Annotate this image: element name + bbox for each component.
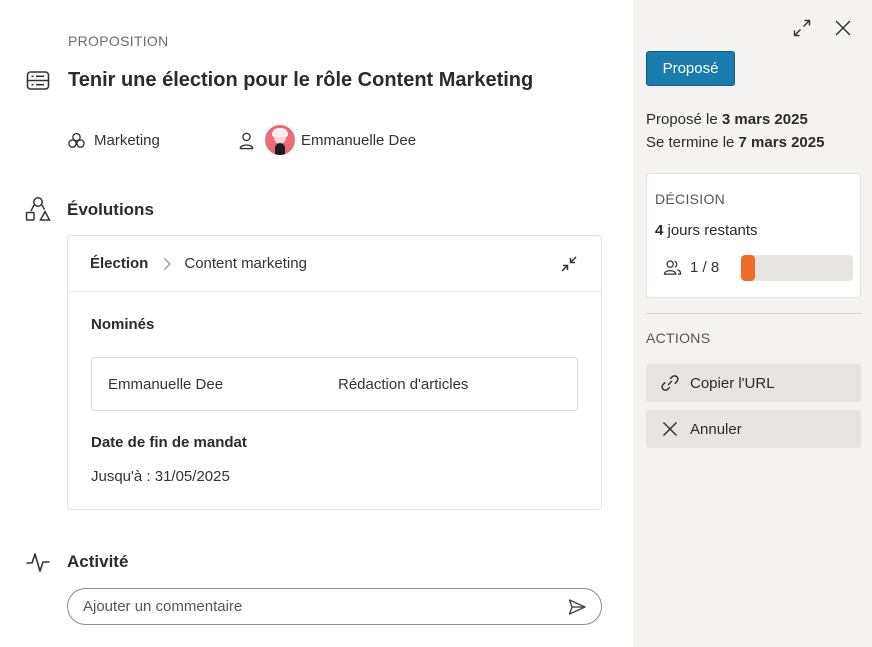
days-suffix: jours restants [663,222,758,239]
nominee-name: Emmanuelle Dee [108,375,224,393]
decision-card: DÉCISION 4 jours restants 1 / 8 [646,173,861,298]
link-icon [661,375,679,391]
ends-prefix: Se termine le [646,134,739,151]
pulse-icon [26,553,50,572]
team-name: Marketing [94,131,160,149]
evolutions-title: Évolutions [67,200,154,219]
proposal-sidebar: Proposé Proposé le 3 mars 2025 Se termin… [633,0,872,647]
close-icon[interactable] [833,18,853,38]
circles-group-icon [68,132,85,148]
collapse-icon[interactable] [559,254,579,274]
proposal-eyebrow: PROPOSITION [68,33,169,49]
close-icon [662,421,678,437]
users-icon [663,260,682,275]
user-icon [239,132,254,149]
send-icon[interactable] [567,597,587,617]
evolution-card: Élection Content marketing Nominés Emman… [67,235,602,510]
end-date-label: Date de fin de mandat [91,434,247,451]
chevron-right-icon [164,257,172,270]
nominee-row: Emmanuelle Dee Rédaction d'articles [91,357,578,411]
breadcrumb-role: Content marketing [184,255,307,272]
comment-box [67,588,602,625]
breadcrumb-election[interactable]: Élection [90,255,148,272]
owner-name: Emmanuelle Dee [301,131,417,149]
status-badge[interactable]: Proposé [646,51,735,86]
sidebar-divider [646,313,861,314]
cancel-label: Annuler [690,420,742,438]
vote-progress-fill [741,255,755,281]
comment-input[interactable] [83,598,543,615]
proposal-title: Tenir une élection pour le rôle Content … [68,69,534,91]
proposed-date: 3 mars 2025 [721,111,808,128]
nominees-label: Nominés [91,316,155,333]
copy-url-label: Copier l'URL [690,374,775,392]
expand-icon[interactable] [792,18,812,38]
proposal-main-panel: PROPOSITION Tenir une élection pour le r… [0,0,633,647]
proposed-prefix: Proposé le [646,111,722,128]
votes-value: 1 / 8 [690,259,720,276]
end-date-value: Jusqu'à : 31/05/2025 [91,468,230,485]
owner-tag[interactable]: Emmanuelle Dee [237,125,417,155]
activity-title: Activité [67,552,129,571]
decision-label: DÉCISION [655,191,726,207]
shapes-icon [25,197,51,221]
nominee-role: Rédaction d'articles [338,375,469,393]
vote-count: 1 / 8 [663,258,719,277]
actions-label: ACTIONS [646,330,711,346]
vote-progress-bar [741,255,853,281]
cancel-button[interactable]: Annuler [646,410,861,448]
team-tag[interactable]: Marketing [67,128,160,152]
copy-url-button[interactable]: Copier l'URL [646,364,861,402]
server-card-icon [26,71,50,90]
avatar [265,125,295,155]
ends-date: 7 mars 2025 [738,134,825,151]
days-remaining: 4 jours restants [655,222,758,239]
evolution-card-header: Élection Content marketing [68,236,601,292]
proposal-dates: Proposé le 3 mars 2025 Se termine le 7 m… [646,108,824,154]
